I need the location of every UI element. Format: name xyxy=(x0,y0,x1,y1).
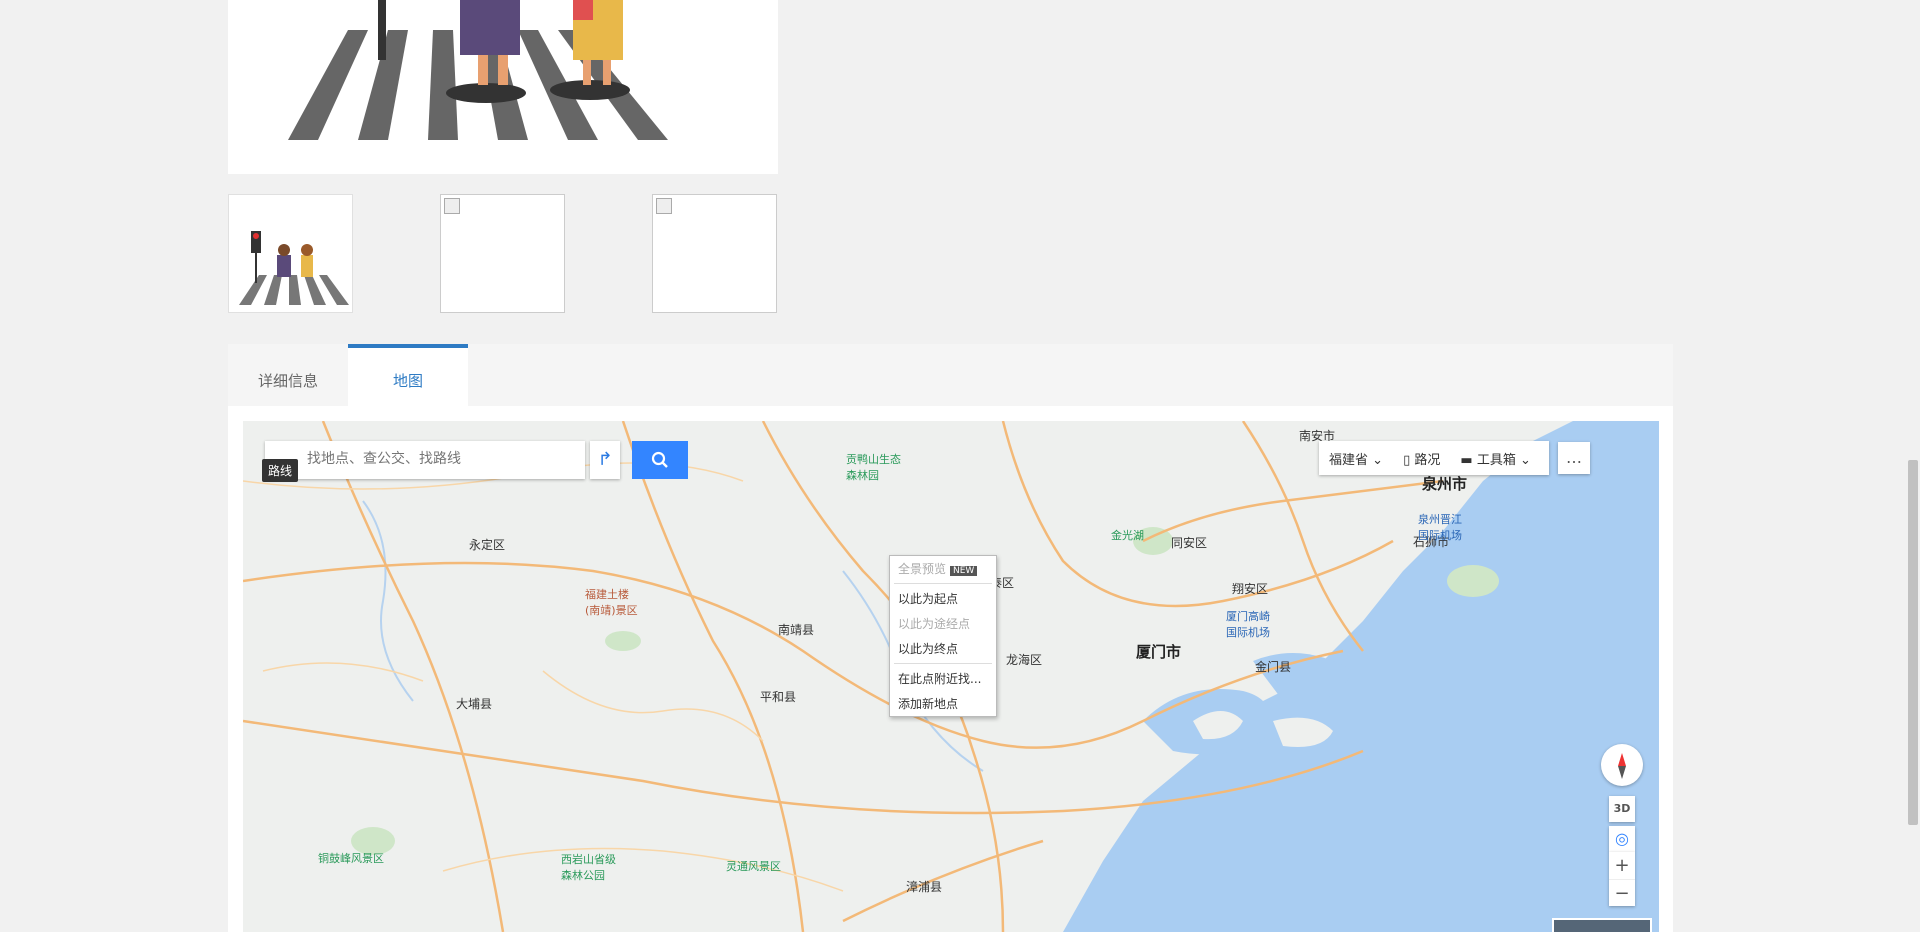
satellite-toggle[interactable] xyxy=(1552,918,1652,932)
chevron-down-icon: ⌄ xyxy=(1519,452,1531,468)
thumbnail-1[interactable] xyxy=(228,194,353,313)
new-badge: NEW xyxy=(950,566,978,576)
map-label: 金门县 xyxy=(1255,660,1292,674)
ctx-set-waypoint[interactable]: 以此为途经点 xyxy=(890,611,996,636)
ctx-set-start[interactable]: 以此为起点 xyxy=(890,586,996,611)
broken-image-icon xyxy=(444,198,460,214)
ctx-set-end[interactable]: 以此为终点 xyxy=(890,636,996,661)
map-label: 金光湖 xyxy=(1111,529,1144,542)
page: 详细信息 地图 南安市 泉州市 石狮市 泉州晋江 国际机场 永定区 贡鸭山生态 … xyxy=(0,0,1920,932)
ctx-add-place[interactable]: 添加新地点 xyxy=(890,691,996,716)
tab-details[interactable]: 详细信息 xyxy=(228,344,348,406)
map-label: 龙海区 xyxy=(1006,653,1043,667)
zoom-control: + − xyxy=(1609,852,1635,906)
toolbox-menu[interactable]: ▬ 工具箱 ⌄ xyxy=(1450,449,1541,468)
thumbnail-2[interactable] xyxy=(440,194,565,313)
map-label: 泉州市 xyxy=(1422,475,1468,493)
compass-icon xyxy=(1618,752,1626,779)
toolbox-icon: ▬ xyxy=(1460,452,1473,468)
map-label: 厦门市 xyxy=(1136,643,1182,661)
map-label: 灵通风景区 xyxy=(726,860,781,873)
map-label: 永定区 xyxy=(469,538,506,552)
map-search-box xyxy=(265,441,585,479)
tab-map[interactable]: 地图 xyxy=(348,344,468,406)
chevron-down-icon: ⌄ xyxy=(1372,452,1384,468)
feedback-button[interactable]: … xyxy=(1558,442,1590,474)
map-label: 厦门高崎 国际机场 xyxy=(1226,610,1270,639)
map-label: 泉州晋江 国际机场 xyxy=(1418,513,1462,542)
3d-button[interactable]: 3D xyxy=(1609,796,1635,822)
thumbnail-3[interactable] xyxy=(652,194,777,313)
search-icon xyxy=(651,451,668,468)
map-label: 同安区 xyxy=(1171,536,1208,550)
traffic-toggle[interactable]: ▯ 路况 xyxy=(1393,449,1450,468)
compass-control[interactable] xyxy=(1601,744,1643,786)
route-button[interactable]: ↱ xyxy=(590,441,620,479)
map-label: 贡鸭山生态 森林园 xyxy=(846,453,901,482)
message-icon: … xyxy=(1566,448,1582,467)
broken-image-icon xyxy=(656,198,672,214)
map-label: 大埔县 xyxy=(456,697,493,711)
map-label: 福建土楼 (南靖)景区 xyxy=(585,588,638,617)
zoom-in-button[interactable]: + xyxy=(1609,852,1635,879)
ctx-panorama-preview[interactable]: 全景预览 NEW xyxy=(890,556,996,581)
tab-bar: 详细信息 地图 xyxy=(228,344,1673,407)
scrollbar-thumb[interactable] xyxy=(1908,460,1918,825)
main-product-image xyxy=(228,0,778,174)
map-label: 翔安区 xyxy=(1232,582,1269,596)
search-button[interactable] xyxy=(632,441,688,479)
route-tooltip: 路线 xyxy=(262,459,299,482)
map-label: 西岩山省级 森林公园 xyxy=(561,853,616,882)
map-label: 漳浦县 xyxy=(906,880,943,894)
map-toolbar: 福建省 ⌄ ▯ 路况 ▬ 工具箱 ⌄ xyxy=(1319,441,1549,475)
map-context-menu: 全景预览 NEW 以此为起点 以此为途经点 以此为终点 在此点附近找... 添加新… xyxy=(889,555,997,717)
map-label: 平和县 xyxy=(760,690,797,704)
menu-divider xyxy=(894,583,992,584)
ctx-search-nearby[interactable]: 在此点附近找... xyxy=(890,666,996,691)
map-canvas[interactable]: 南安市 泉州市 石狮市 泉州晋江 国际机场 永定区 贡鸭山生态 森林园 金光湖 … xyxy=(243,421,1659,932)
province-select[interactable]: 福建省 ⌄ xyxy=(1319,449,1393,468)
locate-icon: ◎ xyxy=(1615,829,1629,848)
traffic-light-icon: ▯ xyxy=(1403,452,1411,468)
route-arrow-icon: ↱ xyxy=(597,449,613,470)
map-search-input[interactable] xyxy=(305,450,569,468)
locate-button[interactable]: ◎ xyxy=(1609,826,1635,852)
map-label: 铜鼓峰风景区 xyxy=(318,852,384,865)
menu-divider xyxy=(894,663,992,664)
map-label: 南靖县 xyxy=(778,623,815,637)
page-scrollbar[interactable] xyxy=(1906,0,1920,932)
zoom-out-button[interactable]: − xyxy=(1609,879,1635,907)
